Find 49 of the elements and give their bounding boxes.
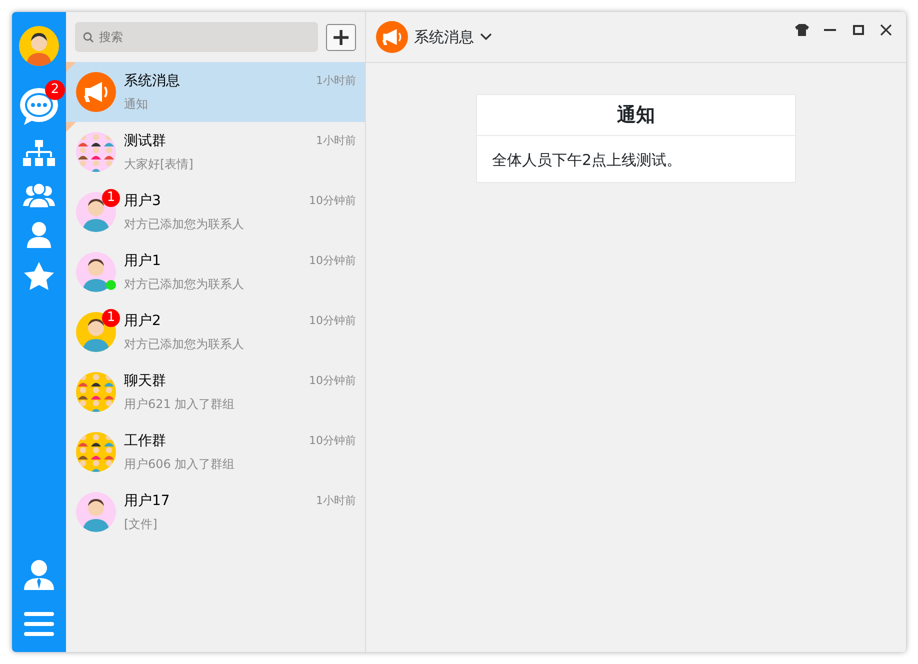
message-time: 1小时前 — [316, 73, 356, 90]
unread-badge: 1 — [102, 309, 120, 327]
megaphone-icon — [376, 21, 408, 53]
unread-badge: 1 — [102, 189, 120, 207]
message-preview: 对方已添加您为联系人 — [124, 336, 245, 353]
contact-name: 用户3 — [124, 192, 161, 211]
conversation-item[interactable]: 1 用户2 10分钟前 对方已添加您为联系人 — [66, 302, 365, 362]
message-time: 10分钟前 — [309, 433, 356, 450]
message-time: 10分钟前 — [309, 373, 356, 390]
message-preview: 用户621 加入了群组 — [124, 396, 236, 413]
notice-text: 全体人员下午2点上线测试。 — [491, 150, 683, 170]
menu-icon[interactable] — [24, 612, 54, 636]
message-preview: 通知 — [124, 96, 149, 113]
conversation-item[interactable]: 用户17 1小时前 [文件] — [66, 482, 365, 542]
message-time: 1小时前 — [316, 493, 356, 510]
message-preview: [文件] — [124, 516, 158, 533]
contacts-icon[interactable] — [23, 182, 55, 208]
message-time: 10分钟前 — [309, 193, 356, 210]
message-preview: 大家好[表情] — [124, 156, 194, 173]
contact-name: 用户17 — [124, 492, 170, 511]
conversation-item[interactable]: 1 用户3 10分钟前 对方已添加您为联系人 — [66, 182, 365, 242]
contact-name: 系统消息 — [124, 72, 180, 91]
notice-title: 通知 — [477, 95, 795, 136]
chat-title[interactable]: 系统消息 — [414, 26, 474, 48]
contact-name: 聊天群 — [124, 372, 166, 391]
message-time: 1小时前 — [316, 133, 356, 150]
conversation-item[interactable]: 测试群 1小时前 大家好[表情] — [66, 122, 365, 182]
contact-name: 用户2 — [124, 312, 161, 331]
org-chart-icon[interactable] — [23, 140, 55, 168]
contact-name: 用户1 — [124, 252, 161, 271]
message-preview: 用户606 加入了群组 — [124, 456, 236, 473]
conversation-item[interactable]: 工作群 10分钟前 用户606 加入了群组 — [66, 422, 365, 482]
message-preview: 对方已添加您为联系人 — [124, 216, 245, 233]
message-time: 10分钟前 — [309, 253, 356, 270]
contact-name: 工作群 — [124, 432, 166, 451]
add-button[interactable]: + — [326, 24, 356, 50]
unread-badge: 2 — [45, 80, 65, 100]
conversation-item[interactable]: 用户1 10分钟前 对方已添加您为联系人 — [66, 242, 365, 302]
search-field[interactable]: 搜索 — [75, 22, 318, 52]
message-time: 10分钟前 — [309, 313, 356, 330]
conversation-item[interactable]: 系统消息 1小时前 通知 — [66, 62, 365, 122]
contact-name: 测试群 — [124, 132, 166, 151]
message-preview: 对方已添加您为联系人 — [124, 276, 245, 293]
conversation-item[interactable]: 聊天群 10分钟前 用户621 加入了群组 — [66, 362, 365, 422]
star-icon[interactable] — [24, 262, 54, 290]
person-icon[interactable] — [27, 222, 51, 248]
user-avatar[interactable] — [19, 26, 59, 66]
manager-icon[interactable] — [24, 560, 54, 590]
chevron-down-icon[interactable] — [480, 33, 492, 41]
